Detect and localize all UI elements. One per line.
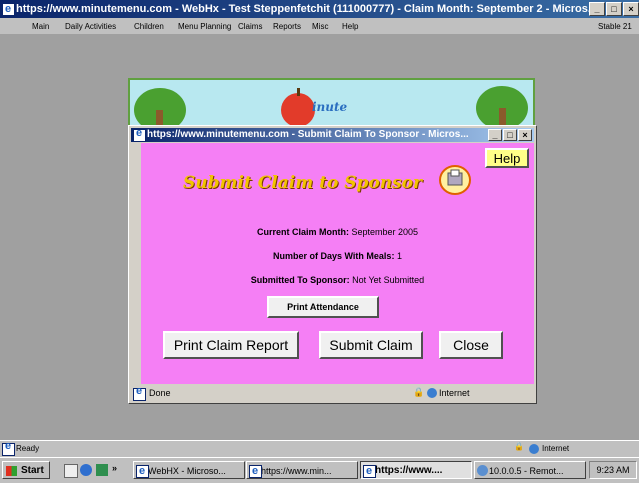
taskbar-item-label: WebHX - Microso... [148,466,226,476]
more-chevron-icon[interactable]: » [112,463,117,473]
popup-close-button[interactable]: × [518,129,532,141]
banner-logo-text: inute [312,100,348,114]
taskbar-item-remote[interactable]: 10.0.0.5 - Remot... [474,461,586,479]
ie-icon [249,462,262,478]
app-menubar: Main Daily Activities Children Menu Plan… [0,18,639,34]
menu-claims[interactable]: Claims [238,22,262,31]
ie-icon [133,128,146,142]
ie-quicklaunch-icon[interactable] [80,464,92,476]
popup-body: Help Submit Claim to Sponsor Current Cla… [141,143,534,384]
popup-statusbar: Done 🔒 Internet [131,385,534,401]
globe-icon [427,388,437,398]
days-with-meals-line: Number of Days With Meals: 1 [141,251,534,261]
minimize-button[interactable]: _ [589,2,605,16]
lock-icon: 🔒 [413,387,425,397]
popup-window-controls: _ □ × [488,129,532,141]
close-button[interactable]: × [623,2,639,16]
menu-help[interactable]: Help [342,22,358,31]
desktop-icon[interactable] [64,464,78,478]
menu-right-label: Stable 21 [598,22,632,31]
popup-minimize-button[interactable]: _ [488,129,502,141]
taskbar-item-webhx[interactable]: WebHX - Microso... [133,461,245,479]
popup-status-text: Done [149,388,171,398]
popup-title: https://www.minutemenu.com - Submit Clai… [147,129,469,140]
claim-month-label: Current Claim Month: [256,227,349,237]
claim-month-value: September 2005 [351,227,419,237]
window-controls: _ □ × [589,2,639,16]
browser-statusbar: Ready 🔒 Internet [0,440,639,457]
taskbar-item-label: https://www.... [375,465,443,476]
days-with-meals-value: 1 [396,251,402,261]
print-claim-report-button[interactable]: Print Claim Report [163,331,299,359]
submit-claim-icon [439,165,471,195]
status-text: Ready [16,444,40,453]
submitted-to-sponsor-label: Submitted To Sponsor: [250,275,350,285]
popup-titlebar: https://www.minutemenu.com - Submit Clai… [131,128,534,142]
apple-icon [281,93,315,127]
taskbar-item-label: 10.0.0.5 - Remot... [489,466,564,476]
browser-titlebar: https://www.minutemenu.com - WebHx - Tes… [0,0,639,18]
ie-icon [2,0,15,18]
menu-children[interactable]: Children [134,22,164,31]
menu-daily-activities[interactable]: Daily Activities [65,22,116,31]
help-button[interactable]: Help [485,148,529,168]
ie-icon [2,440,15,456]
print-attendance-button[interactable]: Print Attendance [267,296,379,318]
start-label: Start [21,465,44,476]
page-heading: Submit Claim to Sponsor [183,173,422,193]
taskbar-item-minutemenu-1[interactable]: https://www.min... [246,461,358,479]
menu-menu-planning[interactable]: Menu Planning [178,22,231,31]
zone-text: Internet [542,444,570,453]
menu-reports[interactable]: Reports [273,22,301,31]
submitted-to-sponsor-line: Submitted To Sponsor: Not Yet Submitted [141,275,534,285]
close-popup-button[interactable]: Close [439,331,503,359]
popup-maximize-button[interactable]: □ [503,129,517,141]
remote-desktop-icon [477,465,488,476]
ie-icon [363,462,376,478]
submit-claim-popup: https://www.minutemenu.com - Submit Clai… [128,125,537,404]
ie-icon [136,462,149,478]
taskbar-item-label: https://www.min... [261,466,332,476]
menu-main[interactable]: Main [32,22,49,31]
submitted-to-sponsor-value: Not Yet Submitted [352,275,425,285]
globe-icon [529,444,539,454]
windows-logo-icon [6,466,17,476]
system-clock: 9:23 AM [589,461,637,479]
claim-month-line: Current Claim Month: September 2005 [141,227,534,237]
menu-misc[interactable]: Misc [312,22,328,31]
popup-zone-text: Internet [439,388,470,398]
ie-icon [133,385,146,401]
windows-taskbar: Start » WebHX - Microso... https://www.m… [0,457,639,483]
days-with-meals-label: Number of Days With Meals: [273,251,395,261]
submit-claim-button[interactable]: Submit Claim [319,331,423,359]
app-quicklaunch-icon[interactable] [96,464,108,476]
browser-title: https://www.minutemenu.com - WebHx - Tes… [16,3,598,15]
maximize-button[interactable]: □ [606,2,622,16]
lock-icon: 🔒 [514,442,524,451]
start-button[interactable]: Start [2,461,50,479]
taskbar-item-minutemenu-2[interactable]: https://www.... [360,461,472,479]
